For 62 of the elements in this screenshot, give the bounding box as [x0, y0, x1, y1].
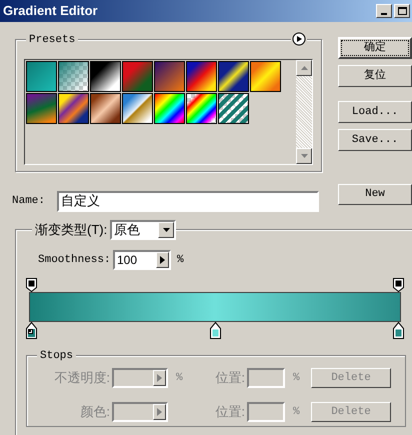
- gradient-swatch[interactable]: [186, 93, 217, 124]
- gradient-bar[interactable]: [29, 292, 401, 322]
- percent-label: %: [175, 370, 184, 386]
- gradient-swatch[interactable]: [26, 61, 57, 92]
- slider-button[interactable]: [156, 252, 169, 268]
- slider-button[interactable]: [153, 404, 166, 420]
- gradient-swatch[interactable]: [58, 93, 89, 124]
- gradient-swatch[interactable]: [218, 93, 249, 124]
- window-title: Gradient Editor: [3, 2, 99, 20]
- percent-label: %: [177, 252, 184, 268]
- gradient-type-label: 渐变类型(T):: [32, 220, 110, 240]
- right-arrow-icon: [160, 256, 165, 264]
- scroll-up-button[interactable]: [296, 60, 312, 76]
- up-arrow-icon: [300, 66, 308, 70]
- opacity-stop-icon[interactable]: [26, 278, 37, 292]
- new-button[interactable]: New: [338, 184, 412, 205]
- gradient-swatch[interactable]: [58, 61, 89, 92]
- color-stop-icon[interactable]: [26, 322, 37, 339]
- gradient-swatch[interactable]: [90, 93, 121, 124]
- stop-field-label: 不透明度:: [53, 369, 111, 388]
- position-label: 位置:: [214, 369, 246, 388]
- color-stop-icon[interactable]: [210, 322, 220, 339]
- dropdown-button[interactable]: [158, 222, 174, 238]
- position-field: [247, 368, 285, 388]
- gradient-swatch[interactable]: [186, 61, 217, 92]
- smoothness-field[interactable]: 100: [113, 250, 171, 270]
- position-field: [247, 402, 285, 422]
- down-arrow-icon: [300, 154, 308, 158]
- dialog-button[interactable]: 确定: [338, 37, 412, 59]
- slider-button[interactable]: [153, 370, 166, 386]
- right-arrow-icon: [157, 408, 162, 416]
- gradient-swatch[interactable]: [154, 93, 185, 124]
- scroll-down-button[interactable]: [296, 148, 312, 164]
- dialog-button[interactable]: 复位: [338, 65, 412, 87]
- dialog-button[interactable]: Load...: [338, 101, 412, 123]
- maximize-icon: [398, 7, 406, 15]
- gradient-swatch[interactable]: [122, 93, 153, 124]
- position-label: 位置:: [214, 403, 246, 422]
- down-arrow-icon: [162, 228, 170, 232]
- gradient-type-dropdown[interactable]: 原色: [110, 220, 176, 240]
- gradient-swatch[interactable]: [26, 93, 57, 124]
- percent-label: %: [292, 370, 301, 386]
- name-field[interactable]: 自定义: [57, 190, 319, 212]
- minimize-button[interactable]: [376, 4, 392, 18]
- scrollbar[interactable]: [296, 60, 312, 164]
- right-arrow-icon: [157, 374, 162, 382]
- gradient-swatch[interactable]: [250, 61, 281, 92]
- smoothness-label: Smoothness:: [38, 252, 112, 268]
- gradient-swatch[interactable]: [154, 61, 185, 92]
- menu-arrow-button[interactable]: [291, 32, 307, 46]
- opacity-stop-icon[interactable]: [393, 278, 404, 292]
- maximize-button[interactable]: [394, 4, 410, 18]
- gradient-swatch[interactable]: [122, 61, 153, 92]
- stop-field-label: 颜色:: [79, 403, 111, 422]
- gradient-swatch[interactable]: [90, 61, 121, 92]
- name-label: Name:: [12, 194, 46, 209]
- color-stop-icon[interactable]: [393, 322, 404, 339]
- gradient-swatch[interactable]: [218, 61, 249, 92]
- minimize-icon: [381, 13, 387, 15]
- play-circle-icon: [292, 32, 306, 46]
- dialog-button[interactable]: Save...: [338, 129, 412, 151]
- percent-label: %: [292, 404, 301, 420]
